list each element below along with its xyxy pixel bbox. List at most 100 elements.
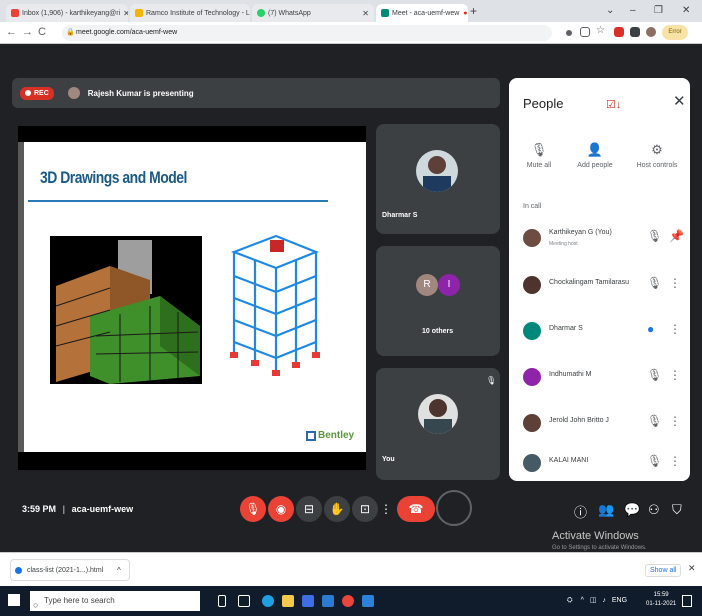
more-options-icon[interactable]: ⋮ [669, 414, 681, 428]
new-tab-button[interactable]: + [470, 4, 477, 18]
more-options-icon[interactable]: ⋮ [669, 276, 681, 290]
windows-taskbar: ○ Type here to search ⛭ ^ ◫ ♪ ENG 15:59 … [0, 586, 702, 616]
annotate-button[interactable] [436, 490, 472, 526]
file-explorer-icon[interactable] [282, 595, 294, 607]
muted-mic-icon[interactable]: 🎙 [647, 368, 662, 382]
chat-icon[interactable]: 💬 [624, 502, 640, 518]
captions-button[interactable]: ⊟ [296, 496, 322, 522]
avatar: I [438, 274, 460, 296]
recording-badge: REC [20, 86, 54, 100]
participant-row[interactable]: Dharmar S ● ⋮ [519, 316, 683, 346]
muted-mic-icon[interactable]: 🎙 [647, 276, 662, 290]
participant-name: KALAI MANI [549, 457, 589, 464]
close-tab-icon[interactable]: ✕ [120, 9, 128, 18]
back-icon[interactable]: ← [6, 26, 17, 38]
participant-row[interactable]: Karthikeyan G (You) Meeting host 🎙 📌 [519, 223, 684, 253]
activities-icon[interactable]: ⚇ [648, 502, 660, 518]
people-icon[interactable]: 👥 [598, 502, 614, 518]
host-controls-icon: ⚙ [651, 142, 663, 157]
chevron-up-icon[interactable]: ^ [581, 597, 584, 604]
close-icon[interactable]: ✕ [688, 563, 696, 574]
slide-brand: Bentley [318, 430, 355, 441]
mic-icon[interactable] [218, 595, 226, 607]
pin-icon[interactable]: 📌 [669, 229, 684, 243]
minimize-button[interactable]: – [630, 5, 636, 16]
chrome-icon[interactable] [342, 595, 354, 607]
title-rule [28, 200, 328, 202]
participant-row[interactable]: Chockalingam Tamilarasu 🎙 ⋮ [519, 270, 683, 300]
address-bar[interactable]: 🔒 meet.google.com/aca-uemf-wew [62, 25, 552, 41]
volume-icon[interactable]: ♪ [602, 597, 606, 604]
taskbar-clock[interactable]: 15:59 01-11-2021 [646, 591, 676, 609]
host-controls-button[interactable]: ⚙ Host controls [627, 142, 687, 169]
avatar: R [416, 274, 438, 296]
taskbar-search-input[interactable]: ○ Type here to search [30, 591, 200, 611]
muted-mic-icon[interactable]: 🎙 [647, 229, 662, 243]
app-icon[interactable] [362, 595, 374, 607]
chevron-up-icon[interactable]: ^ [117, 560, 121, 582]
tab-meet[interactable]: Meet - aca-uemf-wew ● ✕ [376, 4, 468, 22]
tab-ramco[interactable]: Ramco Institute of Technology - L ✕ [130, 4, 250, 22]
search-icon: ○ [33, 600, 39, 610]
reload-icon[interactable]: C [38, 26, 46, 38]
mail-icon[interactable] [322, 595, 334, 607]
store-icon[interactable] [302, 595, 314, 607]
more-options-icon[interactable]: ⋮ [669, 454, 681, 468]
participant-tile-dharmar[interactable]: Dharmar S [376, 124, 500, 234]
camera-toggle-button[interactable]: ◉ [268, 496, 294, 522]
host-controls-icon[interactable]: ⛉ [672, 502, 682, 518]
present-button[interactable]: ⊡ [352, 496, 378, 522]
tab-whatsapp[interactable]: (7) WhatsApp ✕ [252, 4, 374, 22]
close-window-button[interactable]: ✕ [682, 5, 690, 16]
tile-name: You [382, 456, 395, 463]
participant-row[interactable]: KALAI MANI 🎙 ⋮ [519, 448, 683, 478]
meeting-details-icon[interactable]: ⓘ [574, 502, 587, 521]
ramco-icon [135, 9, 143, 17]
participant-photo [416, 150, 458, 192]
presentation-slide: 3D Drawings and Model Bentley [18, 142, 366, 452]
mute-all-button[interactable]: 🎙 Mute all [509, 142, 569, 169]
download-item[interactable]: class-list (2021-1...).html ^ [10, 559, 130, 581]
annotation-icon: ☑↓ [606, 99, 622, 111]
task-view-icon[interactable] [238, 595, 250, 607]
star-icon[interactable]: ☆ [596, 25, 606, 36]
muted-mic-icon[interactable]: 🎙 [647, 414, 662, 428]
puzzle-icon[interactable] [630, 27, 640, 37]
section-label: In call [523, 203, 542, 210]
extension-icon[interactable] [614, 27, 624, 37]
activate-windows-title: Activate Windows [552, 530, 639, 542]
language-indicator[interactable]: ENG [612, 597, 627, 604]
download-bar: class-list (2021-1...).html ^ Show all ✕ [0, 552, 702, 586]
network-icon[interactable]: ◫ [590, 597, 597, 604]
close-tab-icon[interactable]: ✕ [359, 9, 369, 18]
user-icon[interactable]: ⛭ [567, 597, 573, 604]
windows-start-icon[interactable] [8, 594, 20, 606]
muted-mic-icon[interactable]: 🎙 [647, 454, 662, 468]
more-options-button[interactable]: ⋮ [378, 496, 394, 522]
profile-error-button[interactable]: Error [662, 25, 688, 40]
cast-icon[interactable] [580, 27, 590, 37]
edge-icon[interactable] [262, 595, 274, 607]
participant-name: Chockalingam Tamilarasu [549, 279, 630, 286]
maximize-button[interactable]: ❐ [654, 5, 663, 16]
tab-gmail[interactable]: Inbox (1,906) - karthikeyang@ri ✕ [6, 4, 128, 22]
participant-row[interactable]: Indhumathi M 🎙 ⋮ [519, 362, 683, 392]
frame-model-image [220, 222, 330, 384]
forward-icon[interactable]: → [22, 26, 33, 38]
notification-icon[interactable] [682, 595, 692, 607]
leave-call-button[interactable]: ☎ [397, 496, 435, 522]
avatar[interactable] [646, 27, 656, 37]
show-all-button[interactable]: Show all [645, 564, 682, 577]
raise-hand-button[interactable]: ✋ [324, 496, 350, 522]
participant-photo [418, 394, 458, 434]
participant-row[interactable]: Jerold John Britto J 🎙 ⋮ [519, 408, 683, 438]
mic-toggle-button[interactable]: 🎙 [240, 496, 266, 522]
more-options-icon[interactable]: ⋮ [669, 368, 681, 382]
tab-search-icon[interactable]: ⌄ [606, 5, 614, 16]
close-panel-button[interactable]: ✕ [673, 92, 686, 110]
camera-icon[interactable] [566, 30, 572, 36]
add-people-button[interactable]: 👤 Add people [565, 142, 625, 169]
more-options-icon[interactable]: ⋮ [669, 322, 681, 336]
participant-tile-self[interactable]: 🎙 You [376, 368, 500, 480]
participant-tile-others[interactable]: R I 10 others [376, 246, 500, 356]
